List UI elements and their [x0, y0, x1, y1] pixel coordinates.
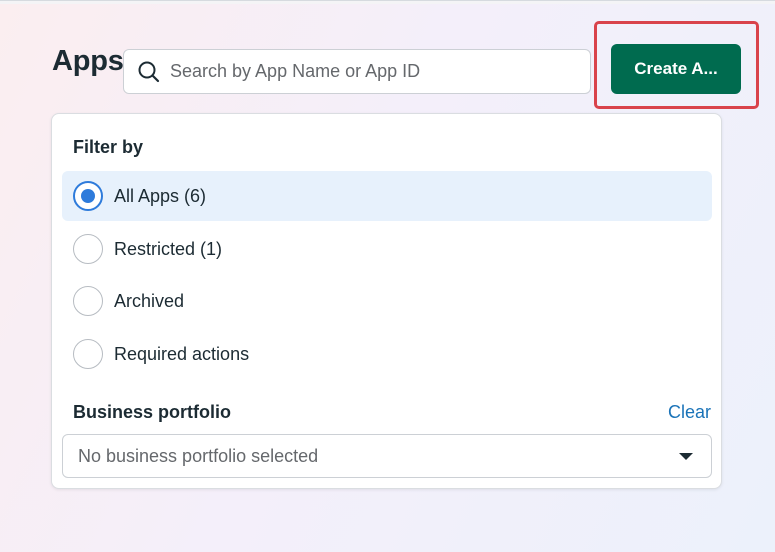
business-portfolio-select[interactable]: No business portfolio selected	[62, 434, 712, 478]
radio-button[interactable]	[73, 234, 103, 264]
business-portfolio-heading: Business portfolio	[73, 402, 232, 422]
filter-option-restricted[interactable]: Restricted (1)	[62, 224, 712, 274]
filter-option-label: Restricted (1)	[114, 238, 223, 259]
filter-option-all-apps[interactable]: All Apps (6)	[62, 171, 712, 221]
filter-option-label: Required actions	[114, 343, 250, 364]
top-divider	[0, 0, 775, 4]
filter-option-label: Archived	[114, 290, 185, 311]
radio-button-checked[interactable]	[73, 181, 103, 211]
caret-down-icon	[679, 453, 693, 460]
filter-option-archived[interactable]: Archived	[62, 276, 712, 326]
filter-panel: Filter by All Apps (6) Restricted (1) Ar…	[51, 113, 722, 489]
filter-option-required-actions[interactable]: Required actions	[62, 329, 712, 379]
search-icon	[136, 59, 162, 85]
radio-button[interactable]	[73, 339, 103, 369]
page-title: Apps	[52, 45, 124, 77]
filter-option-label: All Apps (6)	[114, 185, 207, 206]
create-app-button[interactable]: Create A...	[611, 44, 741, 94]
business-portfolio-value: No business portfolio selected	[78, 445, 319, 466]
clear-link[interactable]: Clear	[668, 402, 711, 423]
search-input[interactable]	[170, 61, 570, 82]
radio-button[interactable]	[73, 286, 103, 316]
search-box[interactable]	[123, 49, 591, 94]
filter-heading: Filter by	[73, 137, 144, 157]
